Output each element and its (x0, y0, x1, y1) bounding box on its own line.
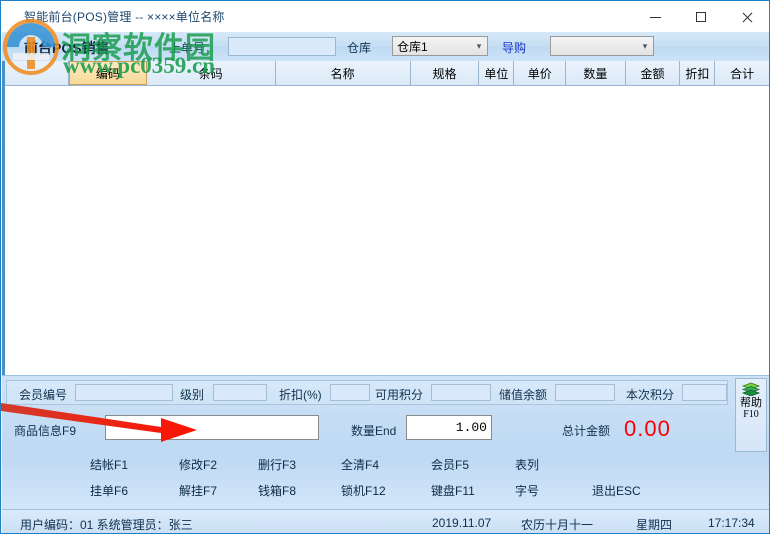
grid-header-row: 编码 条码 名称 规格 单位 单价 数量 金额 折扣 合计 (5, 61, 769, 86)
grid-column-header-合计[interactable]: 合计 (715, 61, 769, 85)
total-amount-value: 0.00 (624, 416, 671, 441)
function-key-钱箱F8[interactable]: 钱箱F8 (258, 482, 296, 499)
status-bar: 用户编码：01 系统管理员：张三 2019.11.07 农历十月十一 星期四 1… (2, 509, 769, 533)
status-lunar: 农历十月十一 (521, 518, 594, 532)
member-label-0: 会员编号 (19, 388, 68, 402)
product-info-label: 商品信息F9 (14, 424, 77, 438)
product-entry-row: 商品信息F9 数量End 总计金额 0.00 (2, 410, 769, 450)
warehouse-select[interactable]: 仓库1 ▾ (392, 36, 488, 56)
function-key-锁机F12[interactable]: 锁机F12 (341, 482, 386, 499)
function-key-结帐F1[interactable]: 结帐F1 (90, 456, 128, 473)
warehouse-select-value: 仓库1 (397, 39, 428, 54)
window-title: 智能前台(POS)管理 -- ××××单位名称 (24, 10, 225, 24)
member-info-bar: 会员编号 级别 折扣(%) 可用积分 储值余额 本次积分 (6, 380, 728, 405)
status-weekday: 星期四 (636, 518, 673, 532)
guide-link[interactable]: 导购 (502, 39, 526, 56)
order-no-label: 上单号 (169, 41, 206, 55)
close-button[interactable] (724, 2, 769, 32)
quantity-input[interactable] (406, 415, 492, 440)
chevron-down-icon: ▾ (642, 40, 648, 51)
quantity-label: 数量End (351, 424, 397, 438)
member-label-2: 折扣(%) (279, 388, 322, 402)
function-key-会员F5[interactable]: 会员F5 (431, 456, 469, 473)
stacked-books-icon (741, 382, 761, 397)
grid-column-header-金额[interactable]: 金额 (625, 61, 681, 85)
grid-column-header-规格[interactable]: 规格 (410, 61, 480, 85)
member-input-2[interactable] (330, 384, 370, 401)
function-key-删行F3[interactable]: 删行F3 (258, 456, 296, 473)
grid-body[interactable] (5, 86, 769, 375)
pos-window: 智能前台(POS)管理 -- ××××单位名称 前台POS销售 上单号 仓库 仓… (0, 0, 770, 534)
window-controls (632, 2, 769, 32)
member-input-4[interactable] (555, 384, 615, 401)
grid-column-header-数量[interactable]: 数量 (566, 61, 626, 85)
member-label-3: 可用积分 (375, 388, 424, 402)
grid-column-header-单位[interactable]: 单位 (479, 61, 515, 85)
module-title: 前台POS销售 (24, 40, 110, 56)
member-input-3[interactable] (431, 384, 491, 401)
function-key-修改F2[interactable]: 修改F2 (179, 456, 217, 473)
grid-column-header-编码[interactable]: 编码 (69, 61, 147, 85)
grid-column-header-条码[interactable]: 条码 (146, 61, 276, 85)
member-label-1: 级别 (180, 388, 205, 402)
member-input-0[interactable] (75, 384, 173, 401)
grid-column-header-单价[interactable]: 单价 (514, 61, 567, 85)
status-time: 17:17:34 (708, 516, 755, 530)
minimize-icon (649, 16, 661, 18)
minimize-button[interactable] (632, 2, 678, 32)
member-label-5: 本次积分 (626, 388, 675, 402)
grid-column-header-折扣[interactable]: 折扣 (680, 61, 716, 85)
help-button-label: 帮助 (740, 397, 762, 409)
grid-column-header-名称[interactable]: 名称 (275, 61, 411, 85)
warehouse-label: 仓库 (347, 41, 372, 55)
chevron-down-icon: ▾ (476, 40, 482, 51)
total-amount-label: 总计金额 (562, 424, 611, 438)
function-key-全清F4[interactable]: 全清F4 (341, 456, 379, 473)
maximize-icon (696, 12, 706, 22)
grid-column-header-blank[interactable] (5, 61, 70, 85)
member-label-4: 储值余额 (499, 388, 548, 402)
status-date: 2019.11.07 (432, 516, 492, 530)
bottom-panel: 会员编号 级别 折扣(%) 可用积分 储值余额 本次积分 帮助 F10 商品信息F9 数量… (2, 375, 769, 510)
function-key-退出ESC[interactable]: 退出ESC (592, 482, 641, 499)
function-key-挂单F6[interactable]: 挂单F6 (90, 482, 128, 499)
member-input-5[interactable] (682, 384, 727, 401)
toolbar: 前台POS销售 上单号 仓库 仓库1 ▾ 导购 ▾ (2, 32, 769, 62)
maximize-button[interactable] (678, 2, 724, 32)
title-bar: 智能前台(POS)管理 -- ××××单位名称 (2, 2, 769, 32)
member-input-1[interactable] (213, 384, 267, 401)
function-key-解挂F7[interactable]: 解挂F7 (179, 482, 217, 499)
product-info-input[interactable] (105, 415, 319, 440)
function-key-字号[interactable]: 字号 (515, 482, 539, 499)
order-no-input[interactable] (228, 37, 336, 56)
function-key-表列[interactable]: 表列 (515, 456, 539, 473)
items-grid: 编码 条码 名称 规格 单位 单价 数量 金额 折扣 合计 (2, 61, 769, 375)
function-key-键盘F11[interactable]: 键盘F11 (431, 482, 475, 499)
close-icon (742, 12, 753, 23)
guide-select[interactable]: ▾ (550, 36, 654, 56)
status-user: 用户编码：01 系统管理员：张三 (20, 518, 193, 532)
function-key-bar: 结帐F1 修改F2 删行F3 全清F4 会员F5 表列挂单F6 解挂F7 钱箱F8 锁机F12 键… (2, 452, 769, 504)
